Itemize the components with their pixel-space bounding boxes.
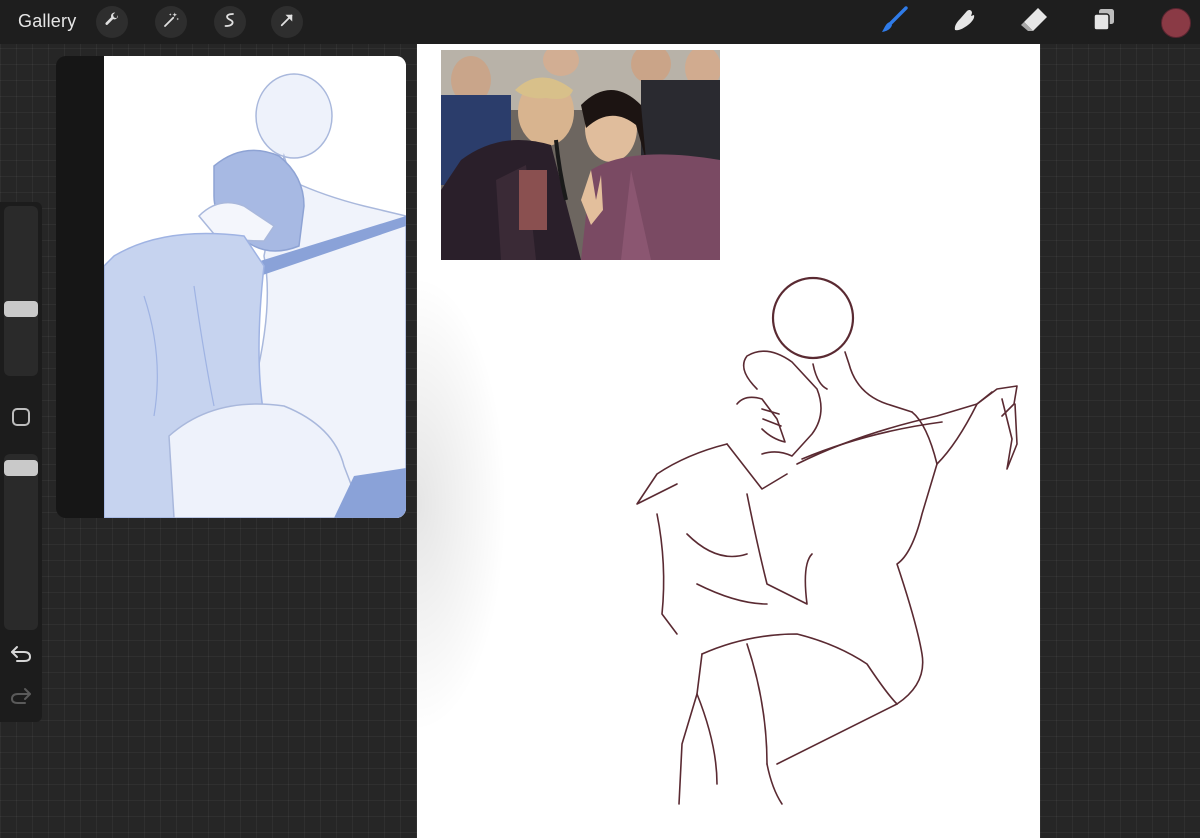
selection-s-icon [221,11,239,34]
reference-image [104,56,406,518]
undo-arrow-icon [9,646,33,668]
redo-button[interactable] [9,686,33,706]
layers-button[interactable] [1088,6,1120,38]
brush-icon [879,5,909,40]
eraser-icon [1019,5,1049,40]
actions-button[interactable] [96,6,128,38]
brush-opacity-slider[interactable] [4,454,38,630]
reference-window[interactable] [56,56,406,518]
reference-illustration [104,56,406,518]
brush-size-slider[interactable] [4,206,38,376]
color-picker-button[interactable] [1161,8,1191,38]
redo-arrow-icon [9,688,33,710]
magic-wand-icon [162,11,180,34]
brush-opacity-thumb[interactable] [4,460,38,476]
top-toolbar: Gallery [0,0,1200,44]
transform-button[interactable] [271,6,303,38]
drawing-canvas[interactable] [417,44,1040,838]
gallery-button[interactable]: Gallery [18,11,76,32]
adjustments-button[interactable] [155,6,187,38]
transform-arrow-icon [278,11,296,34]
smudge-icon [950,6,978,39]
wrench-icon [103,11,121,34]
brush-sidebar [0,202,42,722]
eraser-tool-button[interactable] [1018,6,1050,38]
modify-button[interactable] [12,408,30,426]
undo-button[interactable] [9,644,33,664]
selection-button[interactable] [214,6,246,38]
procreate-screen: Gallery [0,0,1200,838]
sketch-layer [636,276,1018,805]
brush-tool-button[interactable] [878,5,910,40]
layers-icon [1090,6,1118,39]
smudge-tool-button[interactable] [948,6,980,38]
brush-size-thumb[interactable] [4,301,38,317]
